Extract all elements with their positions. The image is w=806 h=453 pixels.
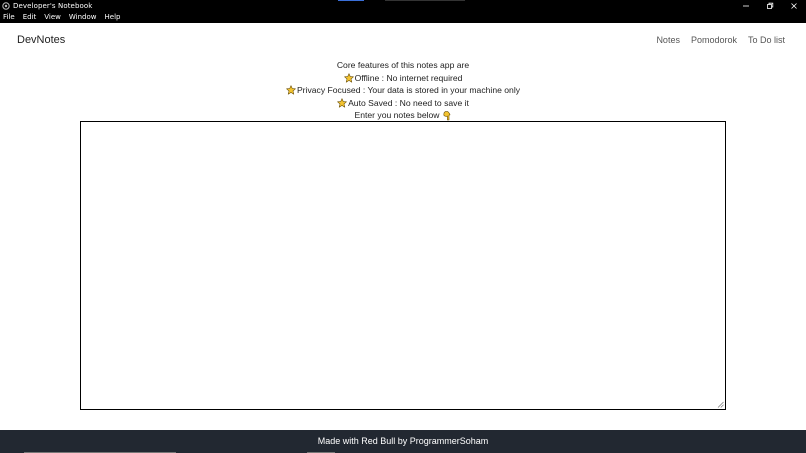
maximize-button[interactable]	[758, 0, 782, 12]
title-accent-secondary	[385, 0, 465, 1]
restore-icon	[767, 2, 774, 9]
nav-link-todo[interactable]: To Do list	[748, 35, 785, 45]
notes-textarea[interactable]	[80, 121, 726, 410]
footer-text: Made with Red Bull by ProgrammerSoham	[317, 436, 489, 446]
feature-item-text: Privacy Focused : Your data is stored in…	[296, 85, 521, 96]
menu-edit[interactable]: Edit	[19, 12, 41, 23]
nav-link-notes[interactable]: Notes	[656, 35, 680, 45]
footer: Made with Red Bull by ProgrammerSoham	[0, 430, 806, 453]
window-controls	[734, 0, 806, 12]
menu-help[interactable]: Help	[101, 12, 125, 23]
feature-item: Offline : No internet required	[0, 72, 806, 85]
features-heading-text: Core features of this notes app are	[336, 60, 470, 70]
star-icon	[286, 85, 296, 95]
brand-logo[interactable]: DevNotes	[17, 34, 65, 46]
menu-view[interactable]: View	[40, 12, 65, 23]
window-title: Developer's Notebook	[13, 2, 93, 10]
title-bar: Developer's Notebook	[0, 0, 806, 12]
menu-window[interactable]: Window	[65, 12, 101, 23]
close-button[interactable]	[782, 0, 806, 12]
menu-bar: File Edit View Window Help	[0, 12, 806, 23]
close-icon	[791, 3, 797, 9]
feature-item-text: Auto Saved : No need to save it	[348, 97, 469, 108]
resize-grip-icon[interactable]	[717, 401, 724, 408]
star-icon	[343, 73, 354, 83]
features-section: Core features of this notes app are Offl…	[0, 59, 806, 122]
features-heading: Core features of this notes app are	[0, 59, 806, 72]
minimize-button[interactable]	[734, 0, 758, 12]
nav-link-pomodorok[interactable]: Pomodorok	[691, 35, 737, 45]
pointing-down-hand-icon	[443, 110, 450, 120]
title-accent	[338, 0, 364, 1]
menu-file[interactable]: File	[0, 12, 19, 23]
app-icon	[2, 2, 10, 10]
feature-item: Privacy Focused : Your data is stored in…	[0, 84, 806, 97]
feature-item-text: Offline : No internet required	[354, 72, 463, 83]
star-icon	[337, 98, 347, 108]
minimize-icon	[743, 5, 749, 7]
feature-item: Auto Saved : No need to save it	[0, 97, 806, 110]
top-nav: Notes Pomodorok To Do list	[645, 35, 785, 45]
